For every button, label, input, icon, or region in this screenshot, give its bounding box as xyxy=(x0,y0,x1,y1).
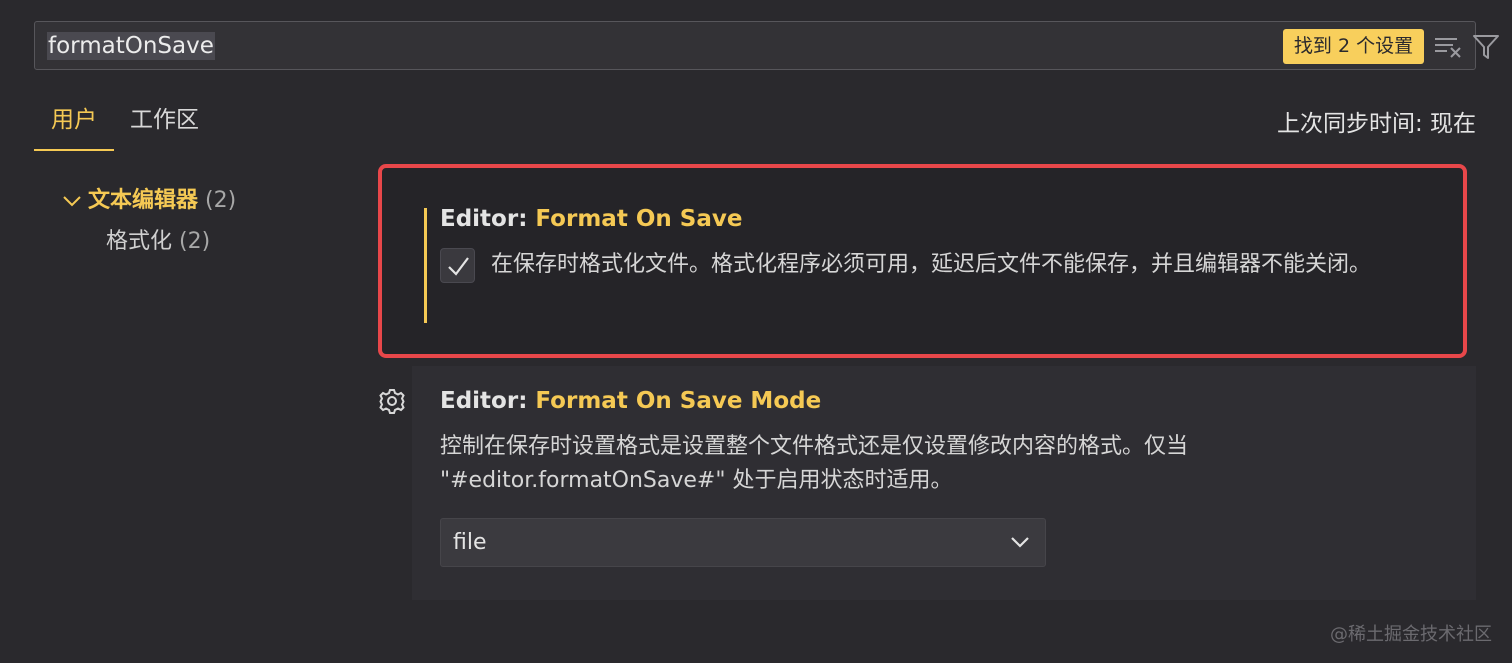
setting-category: Editor: xyxy=(440,388,536,414)
toc-item-text-editor[interactable]: 文本编辑器 (2) xyxy=(56,183,236,219)
toc-child-count: (2) xyxy=(179,229,211,254)
format-on-save-checkbox[interactable] xyxy=(440,248,475,283)
filter-icon[interactable] xyxy=(1471,32,1501,62)
clear-filter-icon[interactable] xyxy=(1433,33,1463,61)
chevron-down-icon[interactable] xyxy=(56,193,88,209)
format-on-save-mode-select[interactable]: file xyxy=(440,518,1046,567)
setting-name: Format On Save xyxy=(535,206,743,232)
setting-title: Editor: Format On Save xyxy=(440,206,742,232)
gear-icon[interactable] xyxy=(378,387,406,415)
select-value: file xyxy=(453,530,487,555)
chevron-down-icon xyxy=(1011,537,1029,548)
search-result-count-badge: 找到 2 个设置 xyxy=(1283,29,1424,64)
tab-workspace[interactable]: 工作区 xyxy=(130,95,220,151)
toc-child-label: 格式化 xyxy=(106,229,173,254)
modified-indicator-bar xyxy=(424,208,427,323)
setting-format-on-save: Editor: Format On Save 在保存时格式化文件。格式化程序必须… xyxy=(378,164,1467,358)
setting-format-on-save-mode: Editor: Format On Save Mode 控制在保存时设置格式是设… xyxy=(412,366,1476,600)
checkmark-icon xyxy=(448,257,469,276)
settings-search-box[interactable]: formatOnSave 找到 2 个设置 xyxy=(34,21,1499,70)
setting-category: Editor: xyxy=(440,206,536,232)
watermark: @稀土掘金技术社区 xyxy=(1330,624,1492,645)
toc-group-count: (2) xyxy=(205,188,237,213)
toc-item-formatting[interactable]: 格式化 (2) xyxy=(106,224,210,260)
toc-group-label: 文本编辑器 xyxy=(88,188,199,213)
setting-description: 控制在保存时设置格式是设置整个文件格式还是仅设置修改内容的格式。仅当 "#edi… xyxy=(440,434,1189,493)
setting-description: 在保存时格式化文件。格式化程序必须可用，延迟后文件不能保存，并且编辑器不能关闭。 xyxy=(491,252,1372,277)
setting-title: Editor: Format On Save Mode xyxy=(440,388,821,414)
setting-name: Format On Save Mode xyxy=(535,388,822,414)
search-input[interactable]: formatOnSave xyxy=(47,32,215,60)
tab-user[interactable]: 用户 xyxy=(34,95,114,151)
sync-status-text: 上次同步时间: 现在 xyxy=(1276,111,1476,137)
